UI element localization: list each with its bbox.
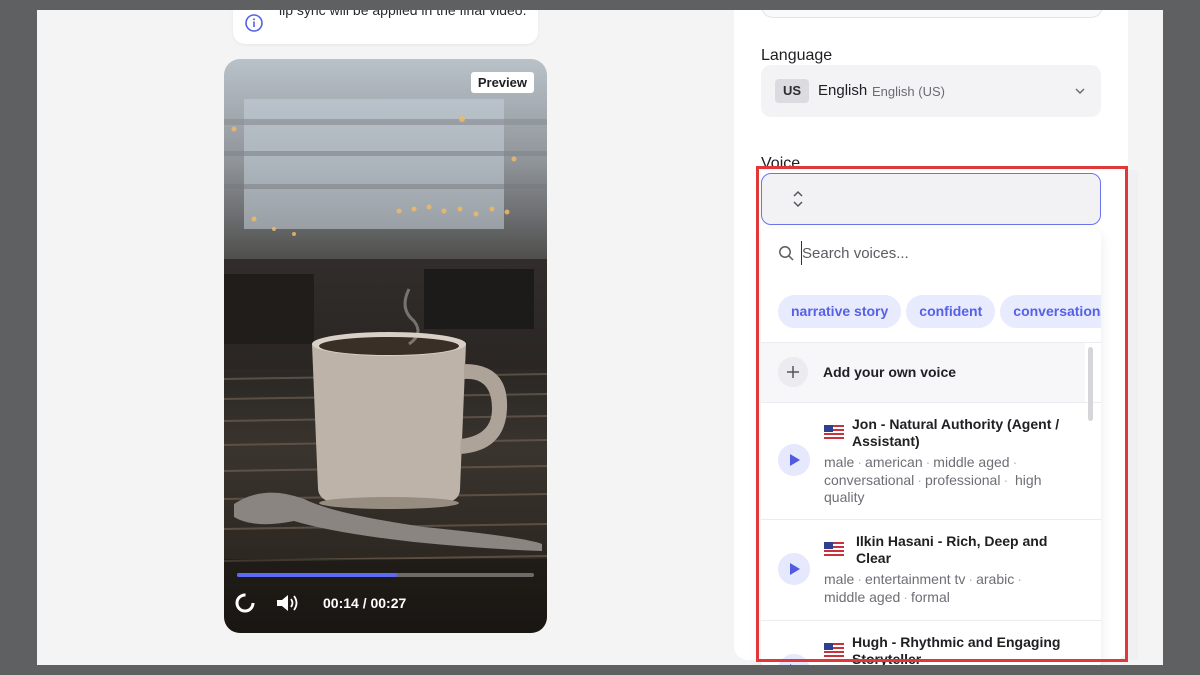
- plus-icon: [778, 357, 808, 387]
- volume-icon[interactable]: [275, 592, 301, 614]
- voice-tag: middle aged: [824, 588, 901, 605]
- language-select[interactable]: US English English (US): [761, 65, 1101, 117]
- voice-list-item[interactable]: Ilkin Hasani - Rich, Deep and Clear male…: [761, 520, 1085, 620]
- add-own-voice-row[interactable]: Add your own voice: [761, 343, 1085, 402]
- voice-tag: formal: [910, 588, 950, 605]
- voice-filter-chips: narrative storyconfidentconversational: [778, 295, 1101, 328]
- voice-tag: professional: [924, 471, 1001, 488]
- language-code-badge: US: [775, 79, 809, 103]
- settings-panel: Language US English English (US) Voice n…: [734, 10, 1128, 665]
- voice-name: Jon - Natural Authority (Agent / Assista…: [852, 416, 1060, 449]
- video-progress-fill: [237, 573, 398, 577]
- voice-tag: male: [824, 454, 855, 470]
- voice-tags: male · american · middle aged · conversationa…: [824, 454, 1042, 505]
- video-progress-bar[interactable]: [237, 573, 534, 577]
- voice-tag: middle aged: [933, 454, 1010, 470]
- us-flag-icon: [824, 643, 844, 657]
- lipsync-notice-text: lip sync will be applied in the final vi…: [279, 10, 527, 18]
- preview-badge: Preview: [470, 72, 534, 93]
- language-subtitle: English (US): [872, 84, 945, 99]
- voice-tag: male: [824, 571, 855, 587]
- video-preview[interactable]: Preview 00:14 / 00:27: [224, 59, 547, 633]
- language-name: English: [818, 82, 868, 99]
- voice-tags: male · entertainment tv · arabic · middle age…: [824, 571, 1022, 605]
- info-icon: [245, 14, 263, 32]
- dropdown-scrollbar[interactable]: [1088, 347, 1093, 421]
- chip-narrative-story[interactable]: narrative story: [778, 295, 902, 328]
- add-own-voice-label: Add your own voice: [823, 364, 957, 380]
- chevron-up-down-icon: [793, 190, 803, 208]
- chevron-down-icon: [1075, 88, 1085, 95]
- language-label: Language: [761, 47, 833, 64]
- us-flag-icon: [824, 542, 844, 556]
- voice-select[interactable]: [761, 173, 1101, 225]
- app-canvas: lip sync will be applied in the final vi…: [37, 10, 1163, 665]
- voice-tag: american: [865, 454, 923, 470]
- play-icon[interactable]: [778, 654, 810, 665]
- lipsync-notice: lip sync will be applied in the final vi…: [233, 10, 538, 44]
- play-icon[interactable]: [778, 553, 810, 585]
- chip-conversational[interactable]: conversational: [1000, 295, 1101, 328]
- voice-tag: entertainment tv: [865, 571, 966, 587]
- coffee-scene-image: [224, 99, 547, 633]
- voice-name: Hugh - Rhythmic and Engaging Storyteller: [852, 634, 1061, 665]
- previous-field[interactable]: [761, 10, 1103, 18]
- voice-label: Voice: [761, 155, 801, 172]
- voice-list-item[interactable]: Jon - Natural Authority (Agent / Assista…: [761, 403, 1085, 519]
- play-icon[interactable]: [778, 444, 810, 476]
- voice-list-item[interactable]: Hugh - Rhythmic and Engaging Storyteller: [761, 621, 1085, 665]
- loading-icon[interactable]: [234, 592, 256, 614]
- voice-dropdown: narrative storyconfidentconversational A…: [761, 229, 1101, 665]
- search-icon: [779, 246, 794, 261]
- page-scroll-edge: [1128, 170, 1138, 660]
- video-time-readout: 00:14 / 00:27: [323, 595, 407, 611]
- us-flag-icon: [824, 425, 844, 439]
- voice-tag: conversational: [824, 471, 915, 488]
- voice-search-input[interactable]: [801, 241, 1082, 265]
- voice-tag: arabic: [976, 571, 1015, 587]
- chip-confident[interactable]: confident: [906, 295, 996, 328]
- voice-name: Ilkin Hasani - Rich, Deep and Clear: [856, 533, 1048, 566]
